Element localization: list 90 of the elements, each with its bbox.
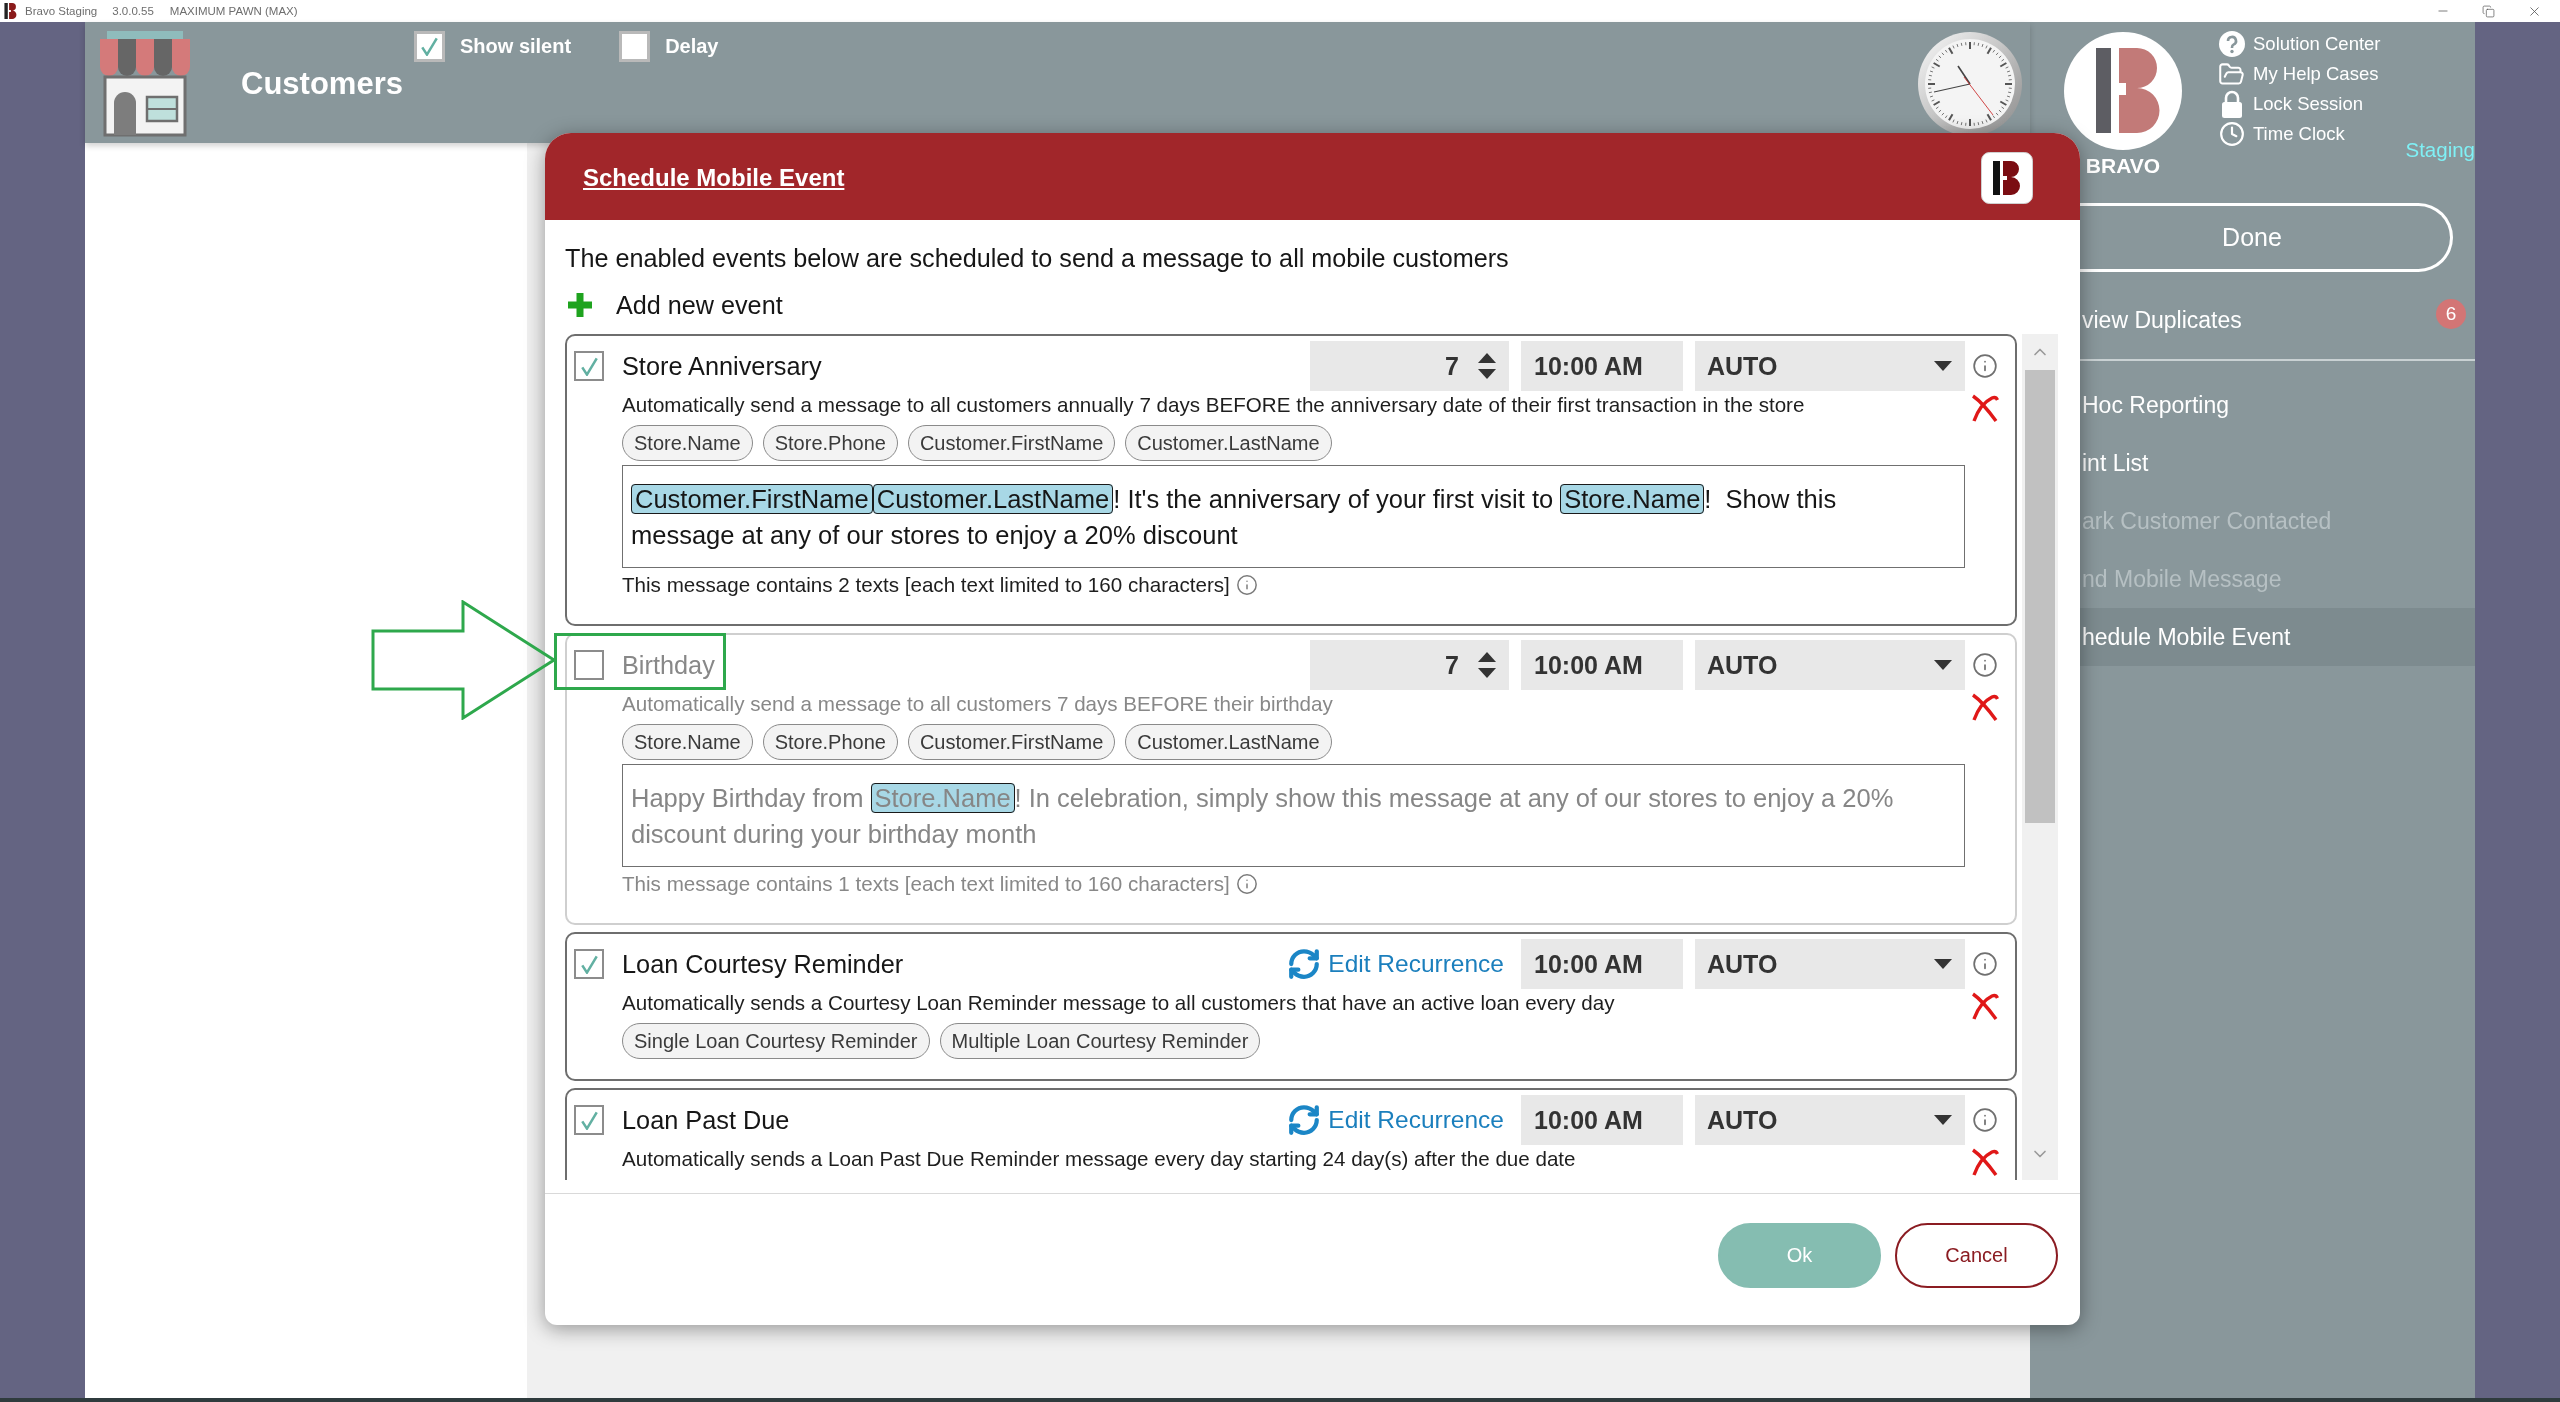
placeholder-tag[interactable]: Store.Name	[622, 724, 753, 760]
checkbox[interactable]	[574, 351, 604, 381]
edit-recurrence-link[interactable]: Edit Recurrence	[1287, 947, 1504, 981]
mode-dropdown[interactable]: AUTO	[1695, 341, 1965, 391]
mode-dropdown[interactable]: AUTO	[1695, 640, 1965, 690]
placeholder-tag[interactable]: Store.Phone	[762, 425, 898, 461]
event-title: Birthday	[622, 650, 715, 680]
x-icon[interactable]	[1971, 1148, 1999, 1177]
version-text: 3.0.0.55	[112, 5, 154, 17]
event-description: Automatically sends a Courtesy Loan Reminder message to all customers that have an active loan every day	[622, 990, 1615, 1016]
check-icon	[421, 37, 438, 56]
days-spinner[interactable]: 7	[1310, 341, 1509, 391]
placeholder-token: Customer.LastName	[872, 484, 1114, 514]
placeholder-tag[interactable]: Customer.FirstName	[907, 425, 1116, 461]
lock-icon	[2220, 90, 2243, 118]
info-icon[interactable]	[1235, 873, 1258, 895]
logo-caption: BRAVO	[2085, 153, 2161, 179]
caret-down-icon	[1934, 361, 1952, 371]
message-field[interactable]: Happy Birthday from Store.Name! In celebration, simply show this message at any of our stores to enjoy a 20% discount during your birthday month	[622, 764, 1965, 867]
mode-dropdown[interactable]: AUTO	[1695, 1095, 1965, 1145]
checkbox[interactable]	[574, 949, 604, 979]
check-icon	[580, 954, 598, 974]
note-text: This message contains 2 texts [each text limited to 160 characters]	[622, 573, 1230, 597]
environment-label: Staging	[2405, 138, 2475, 162]
placeholder-tag[interactable]: Customer.LastName	[1125, 724, 1332, 760]
check-icon	[580, 1110, 598, 1130]
event-title: Loan Past Due	[622, 1105, 790, 1135]
checkbox[interactable]	[574, 650, 604, 680]
checkbox[interactable]	[414, 31, 445, 62]
event-description: Automatically send a message to all customers 7 days BEFORE their birthday	[622, 691, 1333, 717]
event-description: Automatically send a message to all customers annually 7 days BEFORE the anniversary date of their first transaction in the store	[622, 392, 1805, 418]
wall-clock-icon	[1918, 32, 2022, 136]
plus-icon	[568, 293, 592, 317]
placeholder-token: Store.Name	[870, 783, 1015, 813]
edit-recurrence-link[interactable]: Edit Recurrence	[1287, 1103, 1504, 1137]
sidebar-item[interactable]: hedule Mobile Event	[2080, 608, 2475, 666]
restore-icon[interactable]	[2482, 4, 2495, 18]
placeholder-tag[interactable]: Customer.FirstName	[907, 724, 1116, 760]
info-icon[interactable]	[1972, 353, 1998, 379]
placeholder-tag[interactable]: Customer.LastName	[1125, 425, 1332, 461]
cancel-button[interactable]: Cancel	[1895, 1223, 2058, 1288]
info-icon[interactable]	[1235, 574, 1258, 596]
count-badge: 6	[2436, 299, 2466, 329]
store-name: MAXIMUM PAWN (MAX)	[169, 5, 298, 17]
logo-icon	[1981, 152, 2033, 204]
caret-down-icon	[1934, 1115, 1952, 1125]
logo-icon	[4, 3, 17, 19]
refresh-icon	[1287, 1103, 1322, 1137]
spinner-arrows-icon[interactable]	[1478, 351, 1496, 381]
spinner-arrows-icon[interactable]	[1478, 650, 1496, 680]
page-title: Customers	[241, 65, 403, 103]
x-icon[interactable]	[1971, 394, 1999, 423]
dialog-title: Schedule Mobile Event	[583, 164, 845, 192]
days-spinner[interactable]: 7	[1310, 640, 1509, 690]
time-field[interactable]: 10:00 AM	[1521, 939, 1683, 989]
placeholder-token: Store.Name	[1560, 484, 1705, 514]
placeholder-token: Customer.FirstName	[631, 484, 873, 514]
refresh-icon	[1287, 947, 1322, 981]
event-title: Loan Courtesy Reminder	[622, 949, 904, 979]
x-icon[interactable]	[1971, 992, 1999, 1021]
help-icon	[2218, 31, 2245, 57]
check-icon	[580, 356, 598, 376]
scrollbar-thumb[interactable]	[2025, 370, 2055, 823]
caret-down-icon	[1934, 959, 1952, 969]
folder-icon	[2218, 60, 2245, 88]
info-icon[interactable]	[1972, 1107, 1998, 1133]
mode-dropdown[interactable]: AUTO	[1695, 939, 1965, 989]
time-field[interactable]: 10:00 AM	[1521, 341, 1683, 391]
checkbox[interactable]	[619, 31, 651, 62]
note-text: This message contains 1 texts [each text limited to 160 characters]	[622, 872, 1230, 896]
logo-icon	[2064, 32, 2182, 150]
time-field[interactable]: 10:00 AM	[1521, 1095, 1683, 1145]
x-icon[interactable]	[1971, 693, 1999, 722]
placeholder-tag[interactable]: Single Loan Courtesy Reminder	[622, 1023, 930, 1059]
caret-down-icon	[1934, 660, 1952, 670]
app-name: Bravo Staging	[25, 5, 98, 17]
message-field[interactable]: Customer.FirstName Customer.LastName! It's the anniversary of your first visit to Store.Name! Show this message at any of our stores to enjoy a 20% discount	[622, 465, 1965, 568]
clock-icon	[2218, 121, 2245, 147]
checkbox[interactable]	[574, 1105, 604, 1135]
placeholder-tag[interactable]: Store.Name	[622, 425, 753, 461]
intro-text: The enabled events below are scheduled to send a message to all mobile customers	[565, 243, 1509, 273]
placeholder-tag[interactable]: Store.Phone	[762, 724, 898, 760]
event-description: Automatically sends a Loan Past Due Reminder message every day starting 24 day(s) after the due date	[622, 1146, 1576, 1172]
event-title: Store Anniversary	[622, 351, 822, 381]
placeholder-tag[interactable]: Multiple Loan Courtesy Reminder	[939, 1023, 1261, 1059]
info-icon[interactable]	[1972, 652, 1998, 678]
scrollbar[interactable]	[2022, 334, 2058, 1180]
add-event-button[interactable]: Add new event	[565, 289, 783, 321]
info-icon[interactable]	[1972, 951, 1998, 977]
time-field[interactable]: 10:00 AM	[1521, 640, 1683, 690]
